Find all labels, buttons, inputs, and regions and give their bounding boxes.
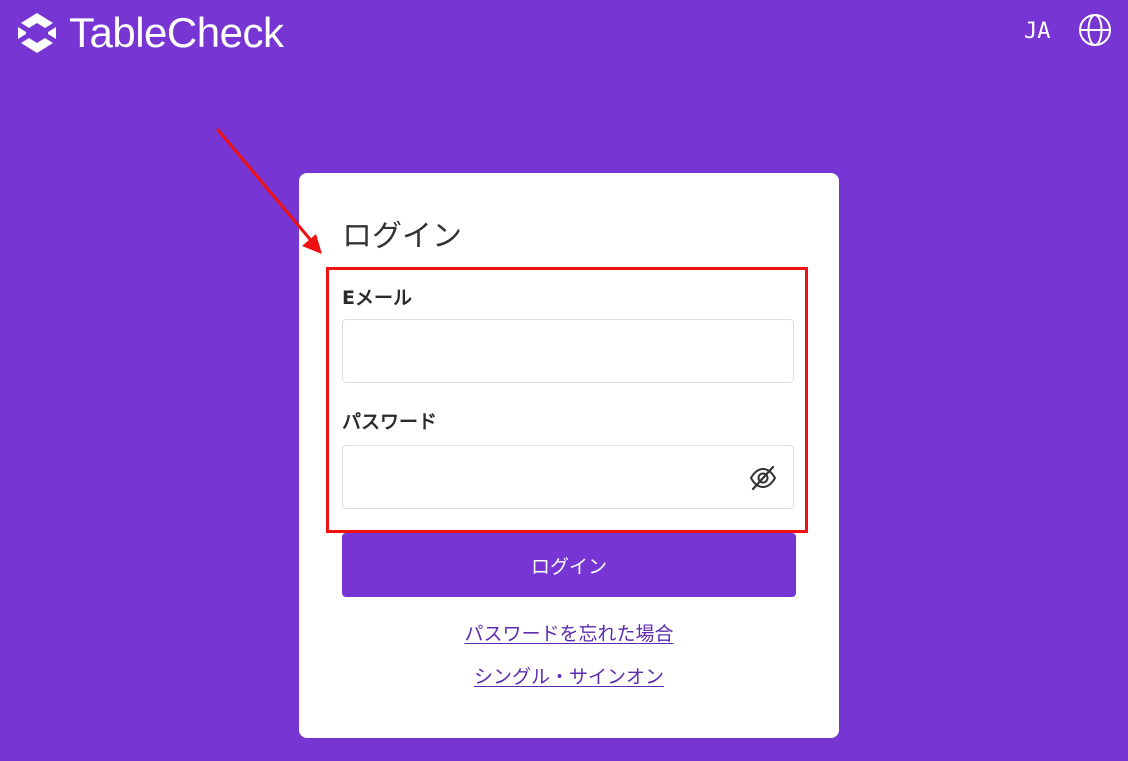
login-card: ログイン Eメール パスワード ログイン パスワードを忘れた場合 シングル・サイ… bbox=[299, 173, 839, 738]
login-button[interactable]: ログイン bbox=[342, 533, 796, 597]
language-code[interactable]: JA bbox=[1024, 18, 1051, 46]
email-field[interactable] bbox=[342, 319, 794, 383]
password-label: パスワード bbox=[342, 411, 438, 433]
brand-logo[interactable]: TableCheck bbox=[15, 9, 284, 56]
logo-text: TableCheck bbox=[69, 9, 284, 56]
email-label: Eメール bbox=[342, 287, 412, 309]
password-field[interactable] bbox=[342, 445, 794, 509]
eye-slash-icon[interactable] bbox=[748, 463, 778, 493]
tablecheck-logo-icon bbox=[18, 13, 56, 53]
sso-row: シングル・サインオン bbox=[299, 664, 839, 690]
sso-link[interactable]: シングル・サインオン bbox=[474, 666, 664, 688]
page-title: ログイン bbox=[342, 219, 462, 254]
forgot-password-row: パスワードを忘れた場合 bbox=[299, 621, 839, 647]
forgot-password-link[interactable]: パスワードを忘れた場合 bbox=[464, 623, 673, 645]
globe-icon[interactable] bbox=[1078, 13, 1112, 47]
